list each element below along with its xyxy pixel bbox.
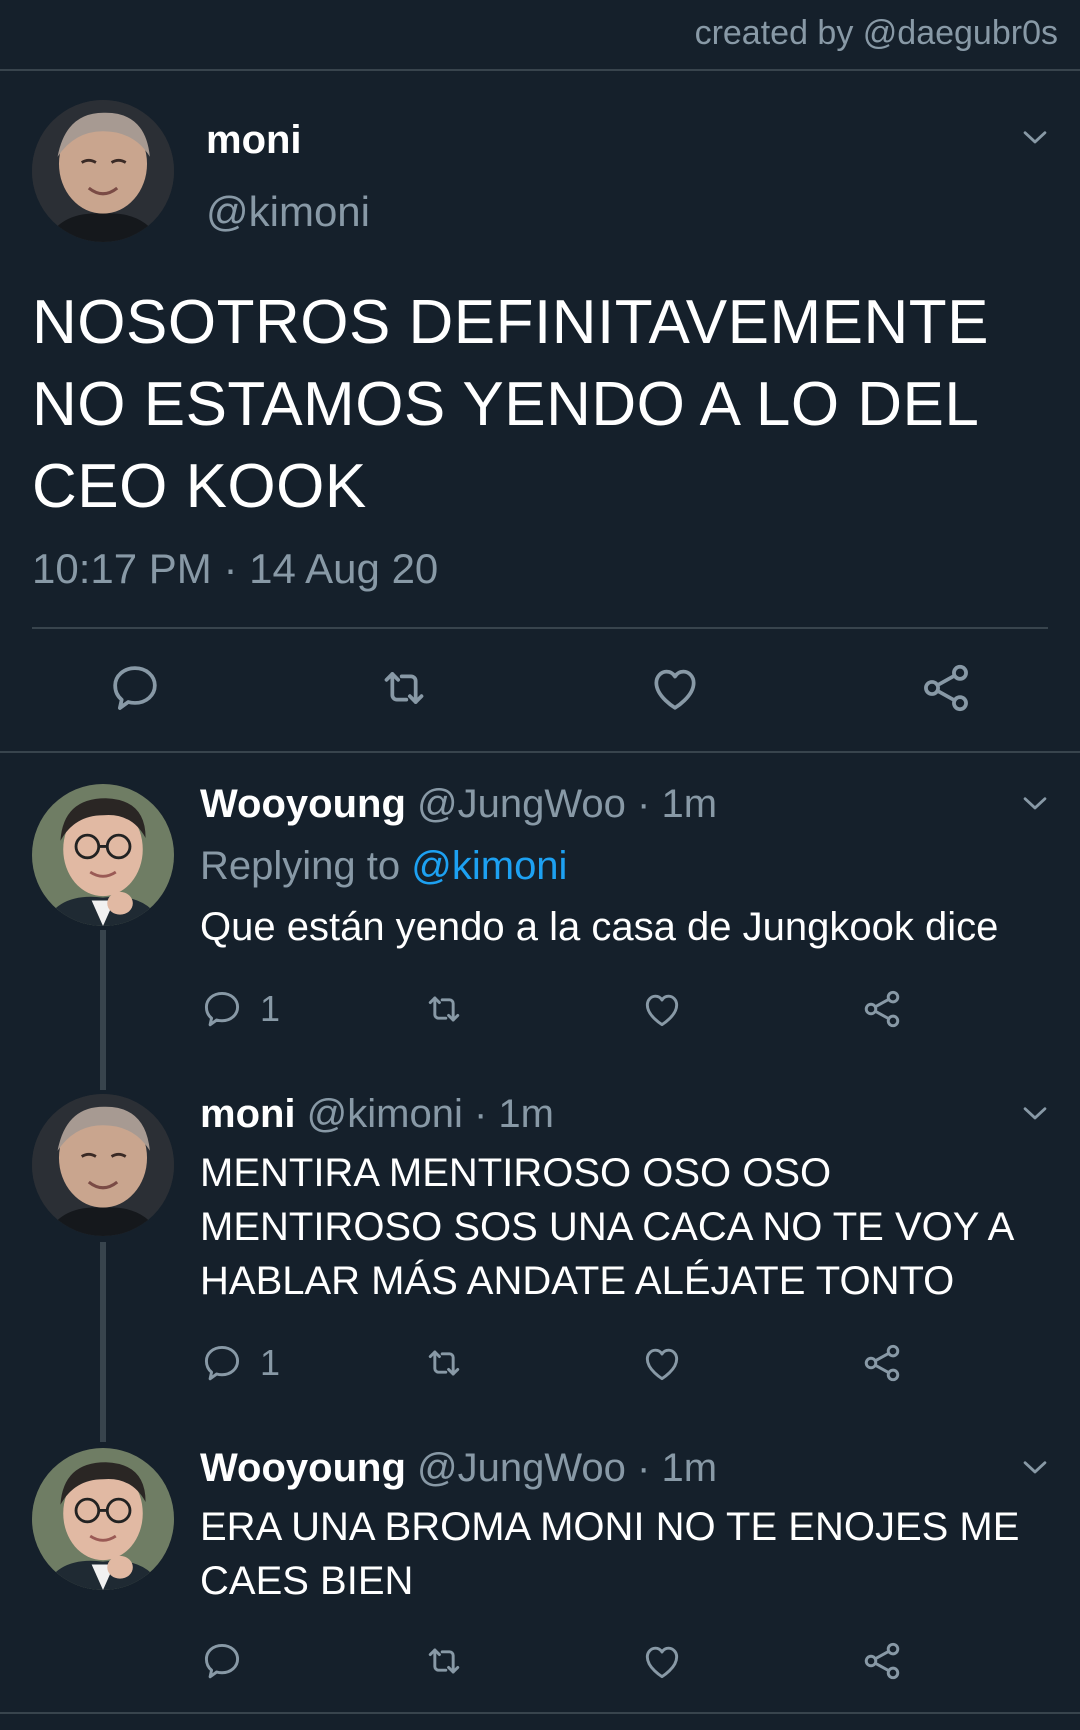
divider [0, 1712, 1080, 1714]
divider [0, 751, 1080, 753]
chevron-down-icon[interactable] [1018, 120, 1052, 154]
like-icon [640, 1639, 684, 1683]
reply-text: Que están yendo a la casa de Jungkook di… [200, 905, 999, 949]
retweet-button[interactable] [422, 1340, 466, 1386]
author-name[interactable]: moni [200, 1092, 296, 1136]
author-handle[interactable]: @kimoni [307, 1092, 463, 1136]
retweet-icon[interactable] [376, 660, 432, 716]
reply-count: 1 [260, 1342, 281, 1383]
author-name[interactable]: moni [206, 118, 302, 163]
chevron-down-icon[interactable] [1018, 1096, 1052, 1130]
reply-time: · 1m [637, 782, 718, 826]
share-button[interactable] [860, 1340, 904, 1386]
like-icon [640, 987, 684, 1031]
like-icon [640, 1341, 684, 1385]
header-divider [0, 69, 1080, 71]
avatar[interactable] [32, 100, 174, 242]
replying-to: Replying to @kimoni [200, 844, 567, 889]
chevron-down-icon[interactable] [1018, 786, 1052, 820]
credit-watermark: created by @daegubr0s [694, 14, 1058, 52]
avatar[interactable] [32, 1094, 174, 1236]
reply-icon [200, 1341, 244, 1385]
reply-actions: 1 [200, 986, 920, 1032]
reply-icon [200, 1639, 244, 1683]
reply-button[interactable]: 1 [200, 1340, 280, 1386]
chevron-down-icon[interactable] [1018, 1450, 1052, 1484]
reply-icon[interactable] [107, 660, 163, 716]
reply-actions: 1 [200, 1340, 920, 1386]
author-handle[interactable]: @kimoni [206, 188, 370, 236]
reply-time: · 1m [637, 1446, 718, 1490]
author-name[interactable]: Wooyoung [200, 1446, 406, 1490]
reply-header: Wooyoung @JungWoo · 1m [200, 1446, 717, 1491]
tweet-text: NOSOTROS DEFINITAVEMENTE NO ESTAMOS YEND… [32, 288, 989, 521]
tweet-timestamp[interactable]: 10:17 PM · 14 Aug 20 [32, 545, 438, 593]
author-handle[interactable]: @JungWoo [417, 782, 626, 826]
reply-button[interactable] [200, 1638, 260, 1684]
like-button[interactable] [640, 986, 684, 1032]
thread-line [100, 930, 106, 1090]
reply-header: Wooyoung @JungWoo · 1m [200, 782, 717, 827]
divider [32, 627, 1048, 629]
share-button[interactable] [860, 1638, 904, 1684]
mention-link[interactable]: @kimoni [411, 844, 567, 888]
retweet-button[interactable] [422, 986, 466, 1032]
reply-count: 1 [260, 988, 281, 1029]
avatar[interactable] [32, 1448, 174, 1590]
tweet-actions [0, 660, 1080, 716]
share-button[interactable] [860, 986, 904, 1032]
like-button[interactable] [640, 1340, 684, 1386]
reply-actions [200, 1638, 920, 1684]
like-button[interactable] [640, 1638, 684, 1684]
reply-text: MENTIRA MENTIROSO OSO OSO MENTIROSO SOS … [200, 1151, 1013, 1303]
reply-time: · 1m [474, 1092, 554, 1136]
retweet-icon [422, 1341, 466, 1385]
share-icon [860, 1639, 904, 1683]
reply-header: moni @kimoni · 1m [200, 1092, 554, 1137]
retweet-icon [422, 1639, 466, 1683]
share-icon [860, 987, 904, 1031]
like-icon[interactable] [647, 660, 703, 716]
author-handle[interactable]: @JungWoo [417, 1446, 626, 1490]
author-name[interactable]: Wooyoung [200, 782, 406, 826]
share-icon[interactable] [918, 660, 974, 716]
retweet-button[interactable] [422, 1638, 466, 1684]
share-icon [860, 1341, 904, 1385]
reply-button[interactable]: 1 [200, 986, 280, 1032]
thread-line [100, 1242, 106, 1442]
reply-icon [200, 987, 244, 1031]
retweet-icon [422, 987, 466, 1031]
avatar[interactable] [32, 784, 174, 926]
replying-label: Replying to [200, 844, 401, 888]
reply-text: ERA UNA BROMA MONI NO TE ENOJES ME CAES … [200, 1505, 1020, 1603]
